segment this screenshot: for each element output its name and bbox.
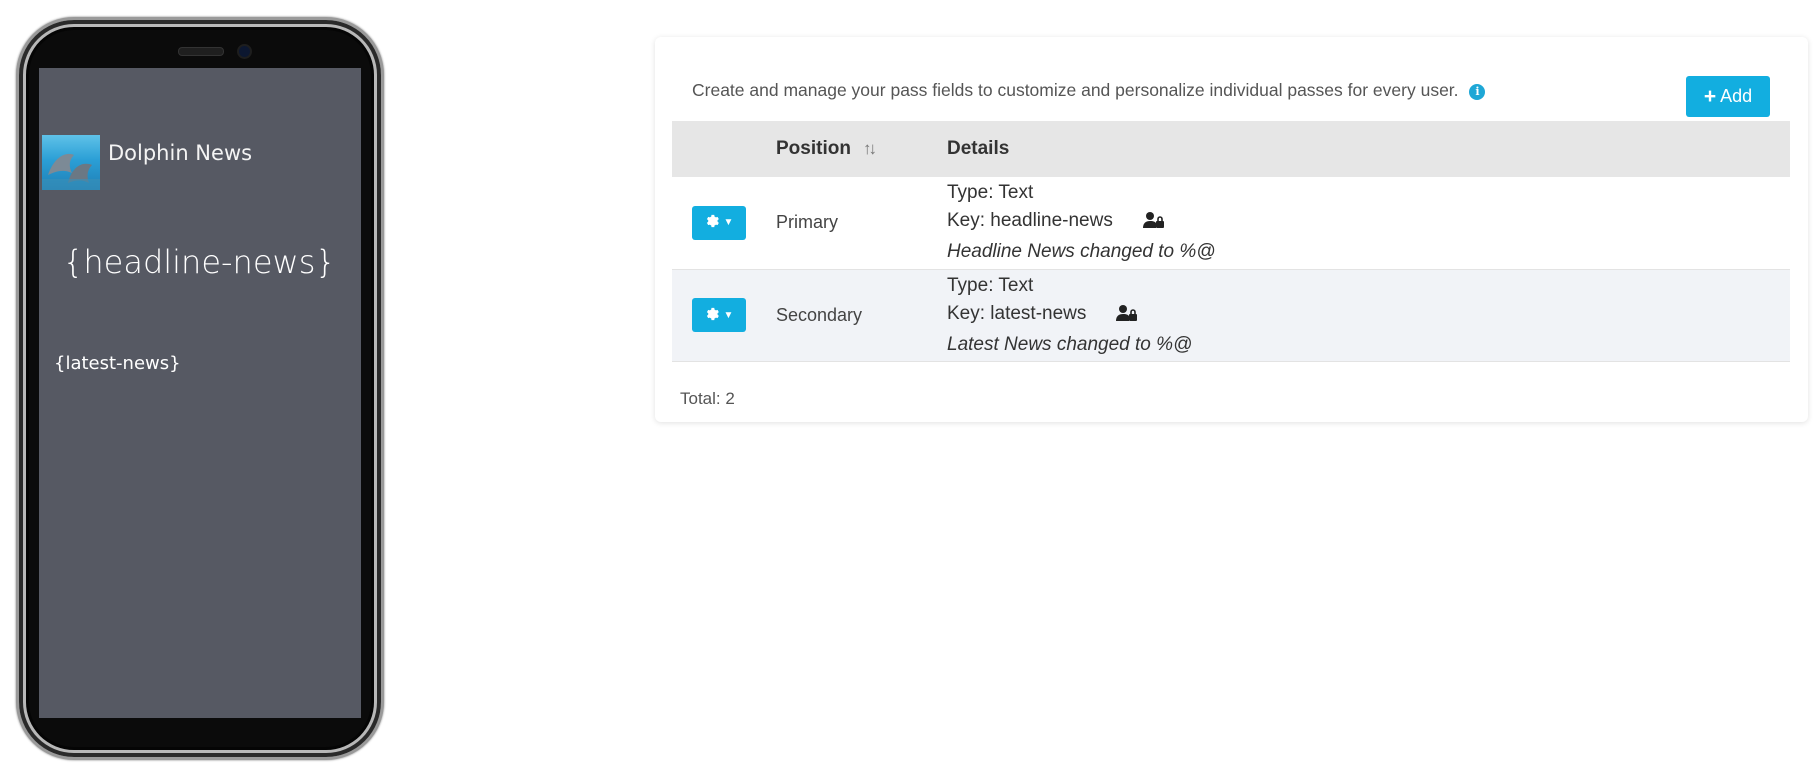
sort-arrows-icon[interactable]: ↑↓ xyxy=(863,139,877,158)
total-count: Total: 2 xyxy=(680,389,735,408)
info-icon[interactable]: i xyxy=(1469,84,1486,100)
phone-speaker xyxy=(178,47,224,56)
gear-icon xyxy=(705,214,719,231)
row-action-cell: ▼ xyxy=(672,269,776,361)
row-position: Primary xyxy=(776,212,838,233)
chevron-down-icon: ▼ xyxy=(723,309,734,321)
row-key-line: Key: latest-news xyxy=(947,300,1790,331)
row-change-message: Headline News changed to %@ xyxy=(947,241,1216,263)
chevron-down-icon: ▼ xyxy=(723,217,734,229)
column-header-position[interactable]: Position ↑↓ xyxy=(776,121,947,177)
pass-organization-name: Dolphin News xyxy=(108,141,253,165)
table-row: ▼ Primary Type: Text Key: headline-news … xyxy=(672,177,1790,269)
pass-logo-image xyxy=(42,135,100,190)
pass-secondary-field: {latest-news} xyxy=(54,353,181,374)
user-lock-icon xyxy=(1116,303,1138,331)
pass-preview-screen: Dolphin News {headline-news} {latest-new… xyxy=(39,68,361,718)
intro-text: Create and manage your pass fields to cu… xyxy=(692,80,1459,100)
column-header-action xyxy=(672,121,776,177)
row-change-message: Latest News changed to %@ xyxy=(947,333,1193,355)
row-type: Type: Text xyxy=(947,274,1034,296)
row-position: Secondary xyxy=(776,304,863,325)
row-actions-dropdown-button[interactable]: ▼ xyxy=(692,298,746,332)
gear-icon xyxy=(705,307,719,324)
row-details: Type: Text Key: headline-news Headline N… xyxy=(947,177,1790,269)
phone-camera xyxy=(237,44,252,59)
plus-icon: + xyxy=(1703,85,1717,108)
pass-fields-card: Create and manage your pass fields to cu… xyxy=(655,37,1808,422)
column-header-position-label: Position xyxy=(776,138,851,159)
row-key-line: Key: headline-news xyxy=(947,207,1790,238)
user-lock-icon xyxy=(1142,210,1165,238)
phone-mockup: Dolphin News {headline-news} {latest-new… xyxy=(16,17,384,760)
row-key: Key: headline-news xyxy=(947,210,1113,232)
row-actions-dropdown-button[interactable]: ▼ xyxy=(692,205,746,240)
table-header-row: Position ↑↓ Details xyxy=(672,121,1790,177)
add-button-label: Add xyxy=(1720,86,1753,106)
row-details: Type: Text Key: latest-news Latest News … xyxy=(947,269,1790,361)
pass-fields-table: Position ↑↓ Details ▼ Primary Type: Text xyxy=(672,121,1790,362)
table-row: ▼ Secondary Type: Text Key: latest-news … xyxy=(672,269,1790,361)
intro-text-row: Create and manage your pass fields to cu… xyxy=(692,80,1486,101)
add-field-button[interactable]: + Add xyxy=(1686,76,1770,117)
column-header-details: Details xyxy=(947,138,1010,159)
row-action-cell: ▼ xyxy=(672,177,776,269)
row-type: Type: Text xyxy=(947,182,1034,204)
pass-primary-field: {headline-news} xyxy=(63,243,336,281)
row-key: Key: latest-news xyxy=(947,302,1087,324)
